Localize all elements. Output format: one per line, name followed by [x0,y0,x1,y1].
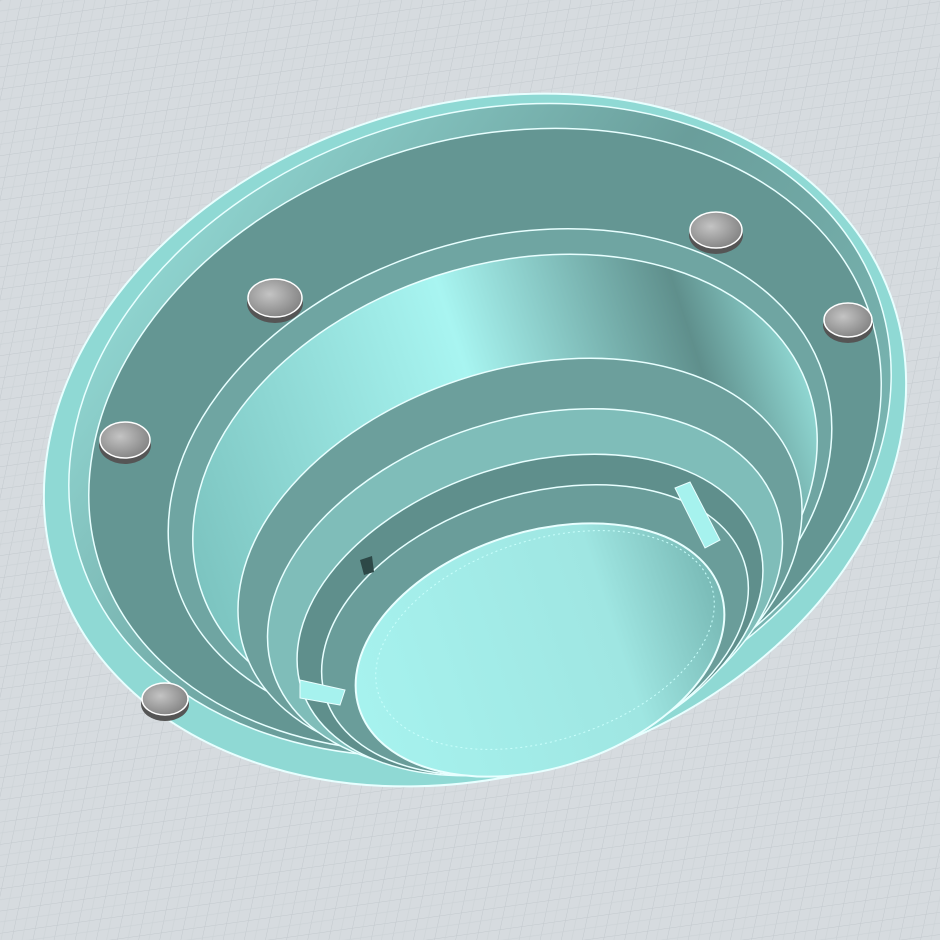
screw-head[interactable] [823,302,873,343]
3d-scene[interactable] [0,0,940,940]
screw-head[interactable] [99,421,151,464]
screw-head[interactable] [689,211,743,254]
cad-viewport[interactable] [0,0,940,940]
screw-head[interactable] [141,682,189,721]
screw-head[interactable] [247,278,303,323]
